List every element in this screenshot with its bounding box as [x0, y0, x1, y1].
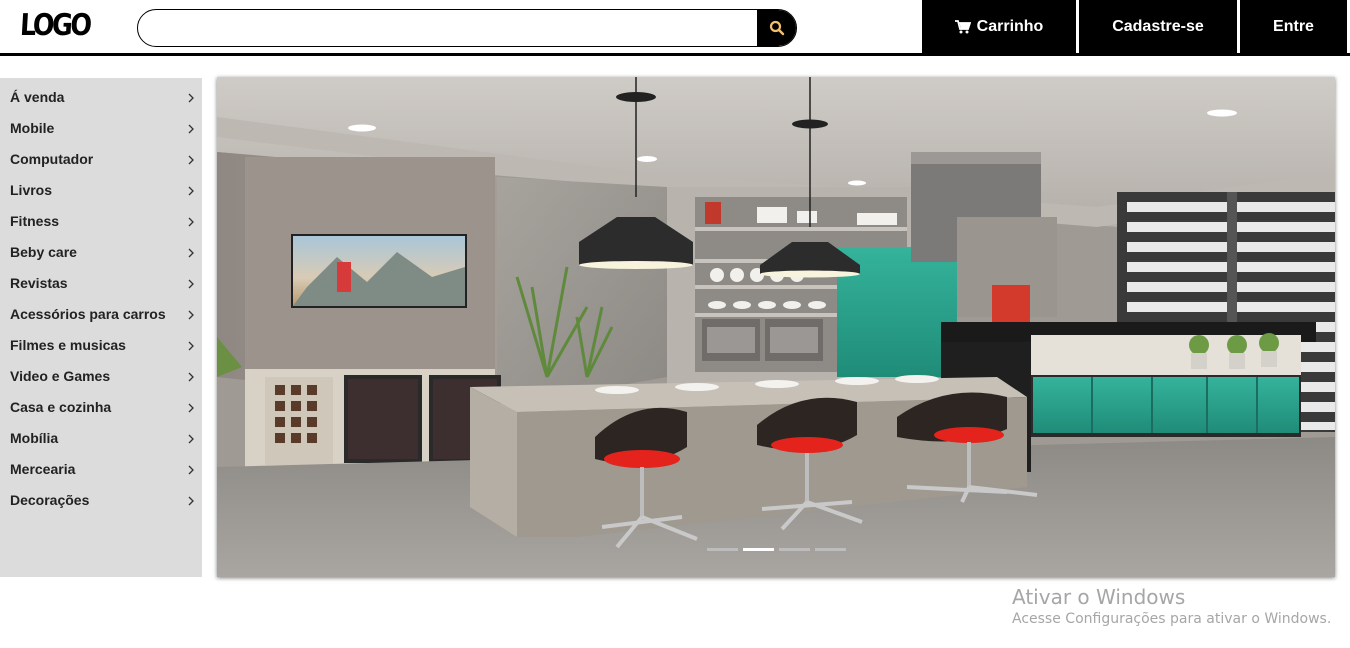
chevron-right-icon	[188, 279, 194, 289]
sidebar-item-label: Mobília	[10, 430, 59, 446]
chevron-right-icon	[188, 496, 194, 506]
chevron-right-icon	[188, 403, 194, 413]
sidebar-item-label: Filmes e musicas	[10, 337, 126, 353]
sidebar-item-a-venda[interactable]: Á venda	[0, 82, 202, 113]
search-button[interactable]	[757, 10, 796, 46]
category-sidebar: Á venda Mobile Computador Livros Fitness…	[0, 78, 202, 577]
sidebar-item-label: Revistas	[10, 275, 68, 291]
sidebar-item-label: Computador	[10, 151, 94, 167]
sidebar-item-label: Fitness	[10, 213, 60, 229]
sidebar-item-label: Decorações	[10, 492, 90, 508]
chevron-right-icon	[188, 186, 194, 196]
carousel-indicator-4[interactable]	[815, 548, 846, 551]
sidebar-item-revistas[interactable]: Revistas	[0, 268, 202, 299]
header-divider	[0, 53, 1350, 56]
sidebar-item-label: Casa e cozinha	[10, 399, 112, 415]
sidebar-item-decoracoes[interactable]: Decorações	[0, 485, 202, 516]
sidebar-item-mobilia[interactable]: Mobília	[0, 423, 202, 454]
chevron-right-icon	[188, 310, 194, 320]
chevron-right-icon	[188, 155, 194, 165]
login-label: Entre	[1273, 17, 1314, 35]
sidebar-item-label: Á venda	[10, 89, 65, 105]
chevron-right-icon	[188, 248, 194, 258]
sidebar-item-label: Mobile	[10, 120, 55, 136]
hero-kitchen-image	[217, 77, 1335, 577]
sidebar-item-video-e-games[interactable]: Video e Games	[0, 361, 202, 392]
sidebar-item-mobile[interactable]: Mobile	[0, 113, 202, 144]
chevron-right-icon	[188, 217, 194, 227]
cart-label: Carrinho	[976, 17, 1044, 35]
sidebar-item-fitness[interactable]: Fitness	[0, 206, 202, 237]
carousel-indicator-3[interactable]	[779, 548, 810, 551]
windows-activation-title: Ativar o Windows	[1012, 585, 1186, 609]
register-label: Cadastre-se	[1112, 17, 1204, 35]
search-icon	[769, 20, 784, 36]
sidebar-item-mercearia[interactable]: Mercearia	[0, 454, 202, 485]
cart-icon	[954, 19, 971, 33]
chevron-right-icon	[188, 434, 194, 444]
sidebar-item-label: Mercearia	[10, 461, 76, 477]
chevron-right-icon	[188, 124, 194, 134]
sidebar-item-filmes-e-musicas[interactable]: Filmes e musicas	[0, 330, 202, 361]
sidebar-item-label: Video e Games	[10, 368, 111, 384]
chevron-right-icon	[188, 372, 194, 382]
sidebar-item-acessorios-para-carros[interactable]: Acessórios para carros	[0, 299, 202, 330]
hero-carousel[interactable]	[217, 77, 1335, 577]
windows-activation-subtitle: Acesse Configurações para ativar o Windo…	[1012, 611, 1332, 627]
site-header: LOGO Carrinho Cadastre-se Entre	[0, 0, 1350, 56]
login-button[interactable]: Entre	[1240, 0, 1347, 53]
sidebar-item-casa-e-cozinha[interactable]: Casa e cozinha	[0, 392, 202, 423]
search-bar	[137, 9, 797, 47]
carousel-indicator-1[interactable]	[707, 548, 738, 551]
carousel-indicator-2[interactable]	[743, 548, 774, 551]
sidebar-item-label: Beby care	[10, 244, 77, 260]
cart-button[interactable]: Carrinho	[922, 0, 1076, 53]
site-logo[interactable]: LOGO	[19, 6, 91, 46]
register-button[interactable]: Cadastre-se	[1079, 0, 1237, 53]
search-input[interactable]	[152, 10, 756, 46]
sidebar-item-livros[interactable]: Livros	[0, 175, 202, 206]
sidebar-item-label: Acessórios para carros	[10, 306, 166, 322]
sidebar-item-label: Livros	[10, 182, 53, 198]
chevron-right-icon	[188, 341, 194, 351]
sidebar-item-beby-care[interactable]: Beby care	[0, 237, 202, 268]
sidebar-item-computador[interactable]: Computador	[0, 144, 202, 175]
chevron-right-icon	[188, 93, 194, 103]
chevron-right-icon	[188, 465, 194, 475]
